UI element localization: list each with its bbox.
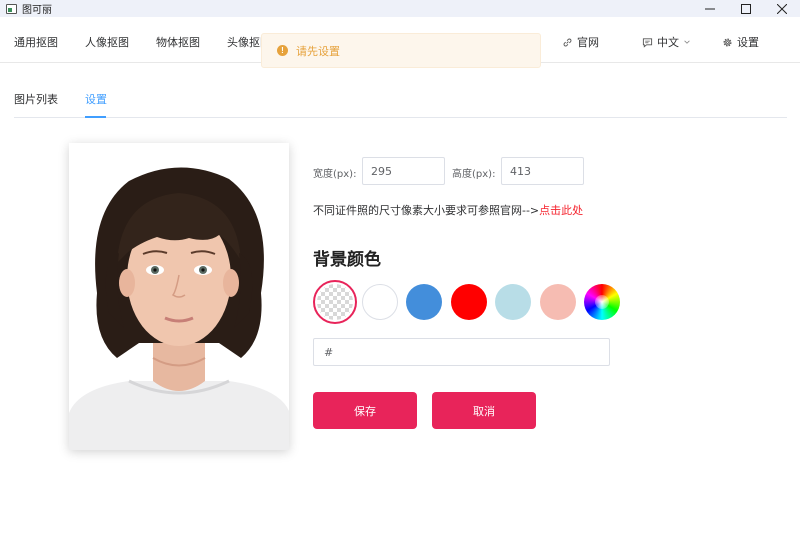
maximize-icon bbox=[741, 3, 751, 14]
save-button[interactable]: 保存 bbox=[313, 392, 417, 429]
nav-language-label: 中文 bbox=[657, 36, 679, 49]
nav-website[interactable]: 官网 bbox=[562, 34, 599, 50]
chevron-down-icon bbox=[684, 40, 690, 44]
swatch-blue[interactable] bbox=[406, 284, 442, 320]
nav-website-label: 官网 bbox=[577, 36, 599, 49]
click-here-link[interactable]: 点击此处 bbox=[539, 204, 583, 217]
minimize-icon bbox=[705, 8, 715, 9]
nav-settings[interactable]: 设置 bbox=[722, 34, 759, 50]
swatch-red[interactable] bbox=[451, 284, 487, 320]
close-icon bbox=[777, 3, 787, 14]
chat-icon bbox=[642, 37, 653, 48]
toast-message: 请先设置 bbox=[296, 44, 340, 58]
app-logo-icon bbox=[6, 3, 17, 14]
swatch-transparent[interactable] bbox=[317, 284, 353, 320]
nav-settings-label: 设置 bbox=[737, 36, 759, 49]
size-hint-text: 不同证件照的尺寸像素大小要求可参照官网--> bbox=[313, 204, 540, 217]
minimize-button[interactable] bbox=[692, 0, 728, 17]
width-label: 宽度(px): bbox=[313, 169, 357, 180]
window-controls bbox=[692, 0, 800, 17]
hex-color-input[interactable]: # bbox=[313, 338, 610, 366]
nav-object-cutout[interactable]: 物体抠图 bbox=[156, 34, 200, 50]
nav-general-cutout[interactable]: 通用抠图 bbox=[14, 34, 58, 50]
size-hint: 不同证件照的尺寸像素大小要求可参照官网-->点击此处 bbox=[313, 202, 583, 218]
app-title: 图可丽 bbox=[22, 5, 52, 16]
swatch-pink[interactable] bbox=[540, 284, 576, 320]
tab-settings[interactable]: 设置 bbox=[85, 91, 107, 107]
photo-preview bbox=[69, 143, 289, 450]
cancel-button[interactable]: 取消 bbox=[432, 392, 536, 429]
link-icon bbox=[563, 38, 572, 46]
nav-portrait-cutout[interactable]: 人像抠图 bbox=[85, 34, 129, 50]
height-label: 高度(px): bbox=[452, 169, 496, 180]
swatch-light-blue[interactable] bbox=[495, 284, 531, 320]
bg-color-title: 背景颜色 bbox=[313, 250, 381, 270]
tab-image-list[interactable]: 图片列表 bbox=[14, 91, 58, 107]
tabs-divider bbox=[14, 117, 787, 118]
warning-icon: ! bbox=[277, 45, 288, 56]
swatch-custom-color[interactable] bbox=[584, 284, 620, 320]
warning-toast: ! 请先设置 bbox=[261, 33, 541, 68]
active-tab-indicator bbox=[85, 116, 106, 118]
swatch-white[interactable] bbox=[362, 284, 398, 320]
height-input[interactable]: 413 bbox=[501, 157, 584, 185]
gear-icon bbox=[723, 37, 732, 47]
child-portrait-image bbox=[69, 167, 289, 450]
nav-language[interactable]: 中文 bbox=[642, 34, 691, 50]
title-bar: 图可丽 bbox=[0, 0, 800, 17]
maximize-button[interactable] bbox=[728, 0, 764, 17]
width-input[interactable]: 295 bbox=[362, 157, 445, 185]
close-button[interactable] bbox=[764, 0, 800, 17]
